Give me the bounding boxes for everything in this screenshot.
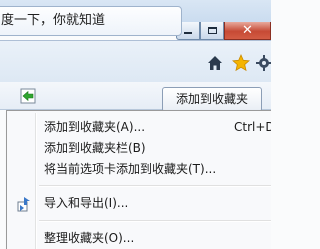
menu-item-label: 导入和导出(I)... bbox=[44, 196, 129, 210]
tab-row bbox=[0, 40, 271, 82]
menu-separator bbox=[39, 185, 271, 187]
favorites-menu: 添加到收藏夹(A)... Ctrl+D 添加到收藏夹栏(B) 将当前选项卡添加到… bbox=[6, 110, 271, 249]
minimize-icon bbox=[184, 32, 192, 34]
menu-item-organize-favorites[interactable]: 整理收藏夹(O)... bbox=[9, 227, 271, 249]
menu-separator bbox=[39, 220, 271, 222]
menu-item-label: 添加到收藏夹(A)... bbox=[44, 120, 146, 134]
menu-item-label: 将当前选项卡添加到收藏夹(T)... bbox=[44, 162, 217, 176]
star-icon[interactable] bbox=[232, 54, 250, 72]
gear-icon[interactable] bbox=[256, 55, 271, 71]
maximize-button[interactable] bbox=[200, 22, 224, 40]
menu-item-add-to-favorites[interactable]: 添加到收藏夹(A)... Ctrl+D bbox=[9, 116, 271, 138]
close-button[interactable]: ✕ bbox=[224, 22, 271, 40]
menu-item-label: 添加到收藏夹栏(B) bbox=[44, 141, 146, 155]
menu-item-import-export[interactable]: 导入和导出(I)... bbox=[9, 192, 271, 214]
close-icon: ✕ bbox=[242, 23, 253, 38]
add-to-favorites-button[interactable]: 添加到收藏夹 bbox=[162, 87, 262, 112]
home-icon[interactable] bbox=[207, 55, 223, 71]
page-go-icon[interactable] bbox=[20, 88, 36, 104]
menu-item-label: 整理收藏夹(O)... bbox=[44, 231, 135, 245]
maximize-icon bbox=[207, 27, 217, 34]
browser-tab[interactable]: 度一下，你就知道 bbox=[0, 6, 182, 36]
menu-item-shortcut: Ctrl+D bbox=[234, 120, 271, 134]
import-export-icon bbox=[17, 197, 30, 212]
menu-item-add-current-tabs[interactable]: 将当前选项卡添加到收藏夹(T)... bbox=[9, 158, 271, 180]
menu-item-add-to-favorites-bar[interactable]: 添加到收藏夹栏(B) bbox=[9, 137, 271, 159]
browser-window: ✕ 度一下，你就知道 添加到收藏夹 添加到收藏夹(A)... Ctrl+D 添加… bbox=[0, 0, 271, 249]
tab-title: 度一下，你就知道 bbox=[1, 13, 106, 28]
